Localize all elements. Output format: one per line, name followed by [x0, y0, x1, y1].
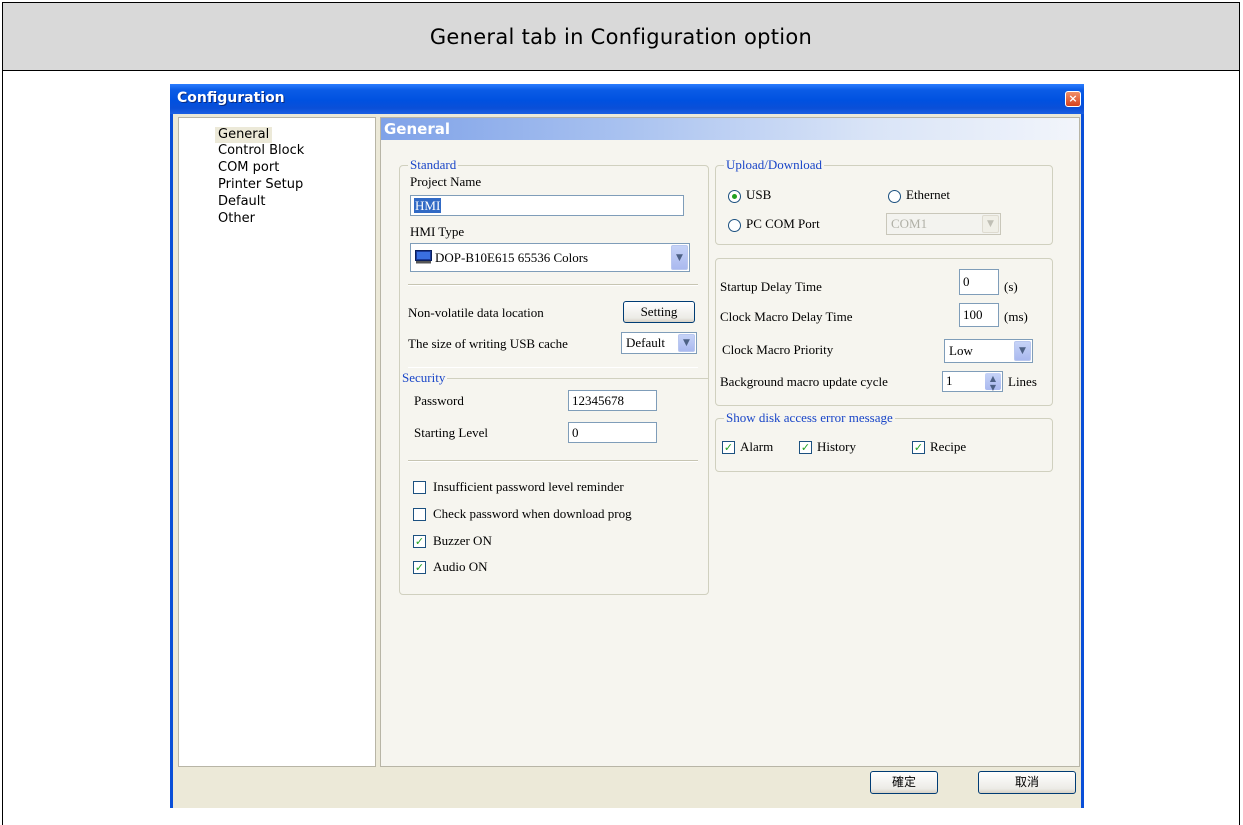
chevron-down-icon: ▼ [982, 215, 999, 233]
chevron-down-icon: ▼ [1014, 341, 1031, 361]
ethernet-label: Ethernet [906, 187, 951, 202]
recipe-checkbox[interactable]: ✓ [912, 441, 925, 454]
usb-cache-value: Default [626, 335, 665, 350]
starting-level-value: 0 [572, 425, 579, 440]
disk-error-group: Show disk access error message ✓ Alarm ✓… [715, 410, 1053, 472]
project-name-input[interactable]: HMI [410, 195, 684, 216]
panel-header: General [381, 118, 1079, 140]
close-icon[interactable]: × [1065, 91, 1081, 107]
startup-delay-value: 0 [963, 274, 970, 289]
startup-delay-unit: (s) [1004, 279, 1018, 294]
sidebar-item-other[interactable]: Other [215, 211, 258, 227]
com-port-select[interactable]: COM1 ▼ [886, 213, 1001, 235]
standard-group-title: Standard [408, 157, 459, 173]
hmi-type-value: DOP-B10E615 65536 Colors [435, 250, 589, 265]
download-password-checkbox[interactable] [413, 508, 426, 521]
clock-macro-delay-unit: (ms) [1004, 309, 1028, 324]
spinner-arrows-icon[interactable]: ▲ ▼ [985, 373, 1001, 392]
startup-delay-label: Startup Delay Time [720, 279, 822, 294]
monitor-icon [415, 250, 432, 264]
security-group: Security [400, 370, 708, 458]
clock-macro-delay-value: 100 [963, 307, 983, 322]
history-checkbox[interactable]: ✓ [799, 441, 812, 454]
password-reminder-checkbox[interactable] [413, 481, 426, 494]
password-label: Password [414, 393, 464, 408]
cancel-button[interactable]: 取消 [978, 771, 1076, 794]
password-input[interactable]: 12345678 [568, 390, 657, 411]
dialog-title: Configuration [177, 90, 285, 106]
pc-com-label: PC COM Port [746, 216, 820, 231]
alarm-label: Alarm [740, 439, 774, 454]
clock-macro-delay-input[interactable]: 100 [959, 303, 999, 327]
chevron-down-icon: ▼ [671, 245, 688, 270]
sidebar-item-control-block[interactable]: Control Block [215, 143, 307, 159]
usb-label: USB [746, 187, 772, 202]
download-password-label: Check password when download prog [433, 506, 632, 521]
background-macro-label: Background macro update cycle [720, 374, 888, 389]
divider [408, 366, 698, 368]
clock-macro-priority-select[interactable]: Low ▼ [944, 339, 1033, 363]
panel-title: General [384, 120, 450, 138]
chevron-down-icon: ▼ [678, 334, 695, 352]
usb-cache-select[interactable]: Default ▼ [621, 332, 697, 354]
standard-group: Standard Project Name HMI HMI Type DOP-B… [399, 157, 709, 595]
upload-download-group-title: Upload/Download [724, 157, 825, 173]
buzzer-label: Buzzer ON [433, 533, 492, 548]
audio-label: Audio ON [433, 559, 488, 574]
page-title: General tab in Configuration option [3, 3, 1239, 71]
password-reminder-label: Insufficient password level reminder [433, 479, 624, 494]
buzzer-checkbox[interactable]: ✓ [413, 535, 426, 548]
usb-cache-label: The size of writing USB cache [408, 336, 568, 351]
security-group-title: Security [400, 370, 448, 386]
com-port-value: COM1 [891, 216, 928, 231]
background-macro-spinner[interactable]: 1 ▲ ▼ [942, 371, 1003, 392]
disk-error-group-title: Show disk access error message [724, 410, 895, 426]
sidebar-item-com-port[interactable]: COM port [215, 160, 282, 176]
startup-delay-input[interactable]: 0 [959, 269, 999, 295]
general-panel: General Standard Project Name HMI HMI Ty… [380, 117, 1080, 767]
pc-com-radio[interactable] [728, 219, 741, 232]
project-name-label: Project Name [410, 174, 482, 189]
clock-macro-priority-value: Low [949, 343, 973, 358]
category-list: General Control Block COM port Printer S… [178, 117, 376, 767]
starting-level-label: Starting Level [414, 425, 489, 440]
timing-group: Startup Delay Time 0 (s) Clock Macro Del… [715, 258, 1053, 406]
clock-macro-delay-label: Clock Macro Delay Time [720, 309, 853, 324]
clock-macro-priority-label: Clock Macro Priority [722, 342, 834, 357]
setting-button[interactable]: Setting [623, 301, 695, 323]
nonvolatile-label: Non-volatile data location [408, 305, 544, 320]
starting-level-input[interactable]: 0 [568, 422, 657, 443]
sidebar-item-default[interactable]: Default [215, 194, 269, 210]
divider [408, 460, 698, 462]
dialog-footer: 確定 取消 [173, 770, 1081, 808]
configuration-dialog: Configuration × General Control Block CO… [170, 84, 1084, 808]
divider [408, 284, 698, 286]
recipe-label: Recipe [930, 439, 967, 454]
password-value: 12345678 [572, 393, 624, 408]
alarm-checkbox[interactable]: ✓ [722, 441, 735, 454]
project-name-value: HMI [414, 198, 442, 213]
background-macro-value: 1 [946, 373, 953, 388]
ok-button[interactable]: 確定 [870, 771, 938, 794]
dialog-titlebar[interactable]: Configuration × [170, 84, 1084, 114]
usb-radio[interactable] [728, 190, 741, 203]
hmi-type-label: HMI Type [410, 224, 465, 239]
upload-download-group: Upload/Download USB Ethernet PC COM Port… [715, 157, 1053, 245]
ethernet-radio[interactable] [888, 190, 901, 203]
audio-checkbox[interactable]: ✓ [413, 561, 426, 574]
background-macro-unit: Lines [1008, 374, 1037, 389]
sidebar-item-general[interactable]: General [215, 127, 273, 143]
hmi-type-select[interactable]: DOP-B10E615 65536 Colors ▼ [410, 243, 690, 272]
history-label: History [817, 439, 856, 454]
sidebar-item-printer-setup[interactable]: Printer Setup [215, 177, 306, 193]
